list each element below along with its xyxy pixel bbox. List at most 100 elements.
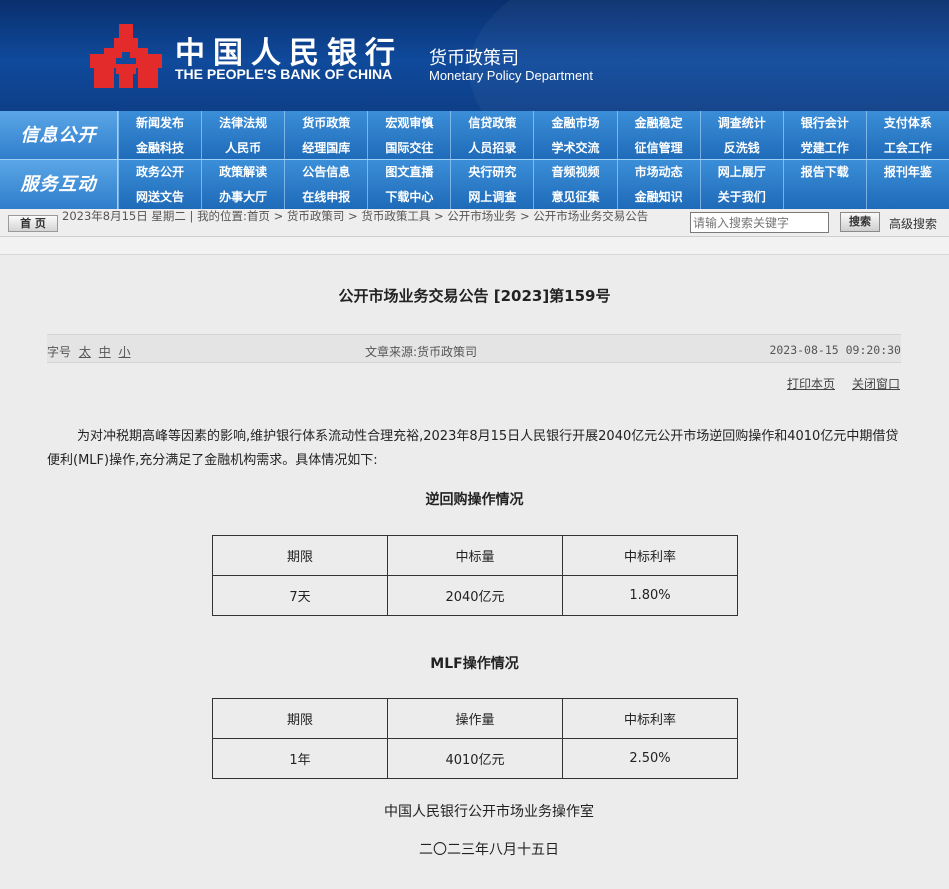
nav-item-monetary-policy[interactable]: 货币政策 (284, 111, 367, 136)
nav-item-payment-system[interactable]: 支付体系 (865, 111, 949, 136)
service-interaction-menu: 政务公开 政策解读 公告信息 图文直播 央行研究 音频视频 市场动态 网上展厅 … (118, 160, 949, 210)
nav-item-union[interactable]: 工会工作 (865, 136, 949, 161)
table-cell: 7天 (212, 575, 388, 616)
article-container: 公开市场业务交易公告 [2023]第159号 字号 太 中 小 文章来源:货币政… (0, 254, 949, 889)
search-button[interactable]: 搜索 (840, 212, 880, 232)
nav-item-laws[interactable]: 法律法规 (201, 111, 284, 136)
nav-item-rmb[interactable]: 人民币 (201, 136, 284, 161)
nav-item-credit-reference[interactable]: 征信管理 (616, 136, 700, 161)
info-disclosure-menu: 新闻发布 法律法规 货币政策 宏观审慎 信贷政策 金融市场 金融稳定 调查统计 … (118, 111, 949, 161)
article-title: 公开市场业务交易公告 [2023]第159号 (338, 287, 611, 305)
breadcrumb-divider: | (189, 209, 198, 223)
breadcrumb-item-tools[interactable]: 货币政策工具 (361, 209, 430, 223)
breadcrumb: 2023年8月15日 星期二 | 我的位置:首页 > 货币政策司 > 货币政策工… (62, 210, 692, 223)
nav-item-online-exhibition[interactable]: 网上展厅 (699, 160, 783, 185)
breadcrumb-separator: > (273, 209, 284, 223)
mlf-table: 期限 操作量 中标利率 1年 4010亿元 2.50% (212, 698, 738, 779)
bank-name-en: THE PEOPLE'S BANK OF CHINA (175, 66, 393, 82)
nav-item-news[interactable]: 新闻发布 (118, 111, 201, 136)
nav-item-policy-interpretation[interactable]: 政策解读 (201, 160, 284, 185)
table-cell: 1年 (212, 738, 388, 779)
font-size-control: 字号 太 中 小 (47, 343, 131, 360)
nav-item-financial-knowledge[interactable]: 金融知识 (616, 185, 700, 210)
nav-item-credit-policy[interactable]: 信贷政策 (450, 111, 533, 136)
nav-item-announcements[interactable]: 公告信息 (284, 160, 367, 185)
nav-item-feedback[interactable]: 意见征集 (533, 185, 616, 210)
table-cell: 1.80% (562, 575, 738, 616)
nav-item-market-news[interactable]: 市场动态 (616, 160, 700, 185)
department-name-en: Monetary Policy Department (429, 68, 594, 83)
table-cell: 2.50% (562, 738, 738, 779)
nav-item-recruitment[interactable]: 人员招录 (450, 136, 533, 161)
nav-item-treasury[interactable]: 经理国库 (284, 136, 367, 161)
advanced-search-link[interactable]: 高级搜索 (889, 215, 937, 232)
nav-item-download-center[interactable]: 下载中心 (367, 185, 450, 210)
font-size-large[interactable]: 太 (79, 345, 91, 359)
article-datetime: 2023-08-15 09:20:30 (769, 343, 901, 357)
breadcrumb-separator: > (348, 209, 358, 223)
article-meta-bar: 字号 太 中 小 文章来源:货币政策司 2023-08-15 09:20:30 (47, 334, 901, 363)
nav-item-about-us[interactable]: 关于我们 (699, 185, 783, 210)
table-header-row: 期限 中标量 中标利率 (212, 535, 738, 576)
mlf-heading: MLF操作情况 (430, 656, 519, 672)
table-row: 7天 2040亿元 1.80% (212, 575, 738, 616)
signature-organization: 中国人民银行公开市场业务操作室 (384, 804, 594, 820)
department-name-cn: 货币政策司 (429, 48, 519, 69)
nav-item-online-filing[interactable]: 在线申报 (284, 185, 367, 210)
home-button[interactable]: 首 页 (8, 215, 58, 232)
location-label: 我的位置: (197, 209, 247, 223)
nav-item-financial-market[interactable]: 金融市场 (533, 111, 616, 136)
nav-item-report-download[interactable]: 报告下载 (782, 160, 866, 185)
nav-empty-cell (782, 185, 866, 210)
article-paragraph: 为对冲税期高峰等因素的影响,维护银行体系流动性合理充裕,2023年8月15日人民… (47, 429, 899, 468)
breadcrumb-item-department[interactable]: 货币政策司 (287, 209, 345, 223)
nav-item-financial-stability[interactable]: 金融稳定 (616, 111, 700, 136)
table-header-cell: 操作量 (387, 698, 563, 739)
nav-item-notices[interactable]: 网送文告 (118, 185, 201, 210)
nav-item-international[interactable]: 国际交往 (367, 136, 450, 161)
service-interaction-title: 服务互动 (0, 160, 118, 210)
nav-item-party-building[interactable]: 党建工作 (782, 136, 866, 161)
breadcrumb-item-open-market[interactable]: 公开市场业务 (447, 209, 516, 223)
table-cell: 2040亿元 (387, 575, 563, 616)
reverse-repo-heading: 逆回购操作情况 (425, 492, 524, 508)
font-size-small[interactable]: 小 (119, 345, 131, 359)
nav-item-macroprudential[interactable]: 宏观审慎 (367, 111, 450, 136)
breadcrumb-item-home[interactable]: 首页 (247, 209, 270, 223)
print-page-link[interactable]: 打印本页 (787, 375, 835, 392)
pboc-logo-icon (90, 24, 162, 88)
nav-item-online-survey[interactable]: 网上调查 (450, 185, 533, 210)
signature-date: 二〇二三年八月十五日 (419, 842, 559, 858)
search-input[interactable] (690, 212, 829, 233)
nav-item-live[interactable]: 图文直播 (367, 160, 450, 185)
table-header-cell: 中标量 (387, 535, 563, 576)
nav-empty-cell (865, 185, 949, 210)
nav-item-statistics[interactable]: 调查统计 (699, 111, 783, 136)
nav-item-fintech[interactable]: 金融科技 (118, 136, 201, 161)
article-source: 文章来源:货币政策司 (365, 345, 478, 359)
breadcrumb-item-announcement[interactable]: 公开市场业务交易公告 (533, 209, 648, 223)
nav-item-yearbook[interactable]: 报刊年鉴 (865, 160, 949, 185)
nav-item-anti-money-laundering[interactable]: 反洗钱 (699, 136, 783, 161)
table-header-cell: 中标利率 (562, 698, 738, 739)
table-row: 1年 4010亿元 2.50% (212, 738, 738, 779)
table-header-cell: 中标利率 (562, 535, 738, 576)
font-size-medium[interactable]: 中 (99, 345, 111, 359)
breadcrumb-separator: > (434, 209, 444, 223)
table-cell: 4010亿元 (387, 738, 563, 779)
font-size-label: 字号 (47, 345, 72, 359)
table-header-cell: 期限 (212, 535, 388, 576)
nav-item-research[interactable]: 央行研究 (450, 160, 533, 185)
nav-item-government-affairs[interactable]: 政务公开 (118, 160, 201, 185)
nav-item-service-hall[interactable]: 办事大厅 (201, 185, 284, 210)
breadcrumb-separator: > (519, 209, 530, 223)
reverse-repo-table: 期限 中标量 中标利率 7天 2040亿元 1.80% (212, 535, 738, 616)
nav-item-academic[interactable]: 学术交流 (533, 136, 616, 161)
info-disclosure-nav: 信息公开 新闻发布 法律法规 货币政策 宏观审慎 信贷政策 金融市场 金融稳定 … (0, 111, 949, 161)
close-window-link[interactable]: 关闭窗口 (852, 375, 900, 392)
site-header: 中国人民银行 THE PEOPLE'S BANK OF CHINA 货币政策司 … (0, 0, 949, 111)
table-header-cell: 期限 (212, 698, 388, 739)
nav-item-bank-accounting[interactable]: 银行会计 (782, 111, 866, 136)
service-interaction-nav: 服务互动 政务公开 政策解读 公告信息 图文直播 央行研究 音频视频 市场动态 … (0, 160, 949, 210)
nav-item-video[interactable]: 音频视频 (533, 160, 616, 185)
